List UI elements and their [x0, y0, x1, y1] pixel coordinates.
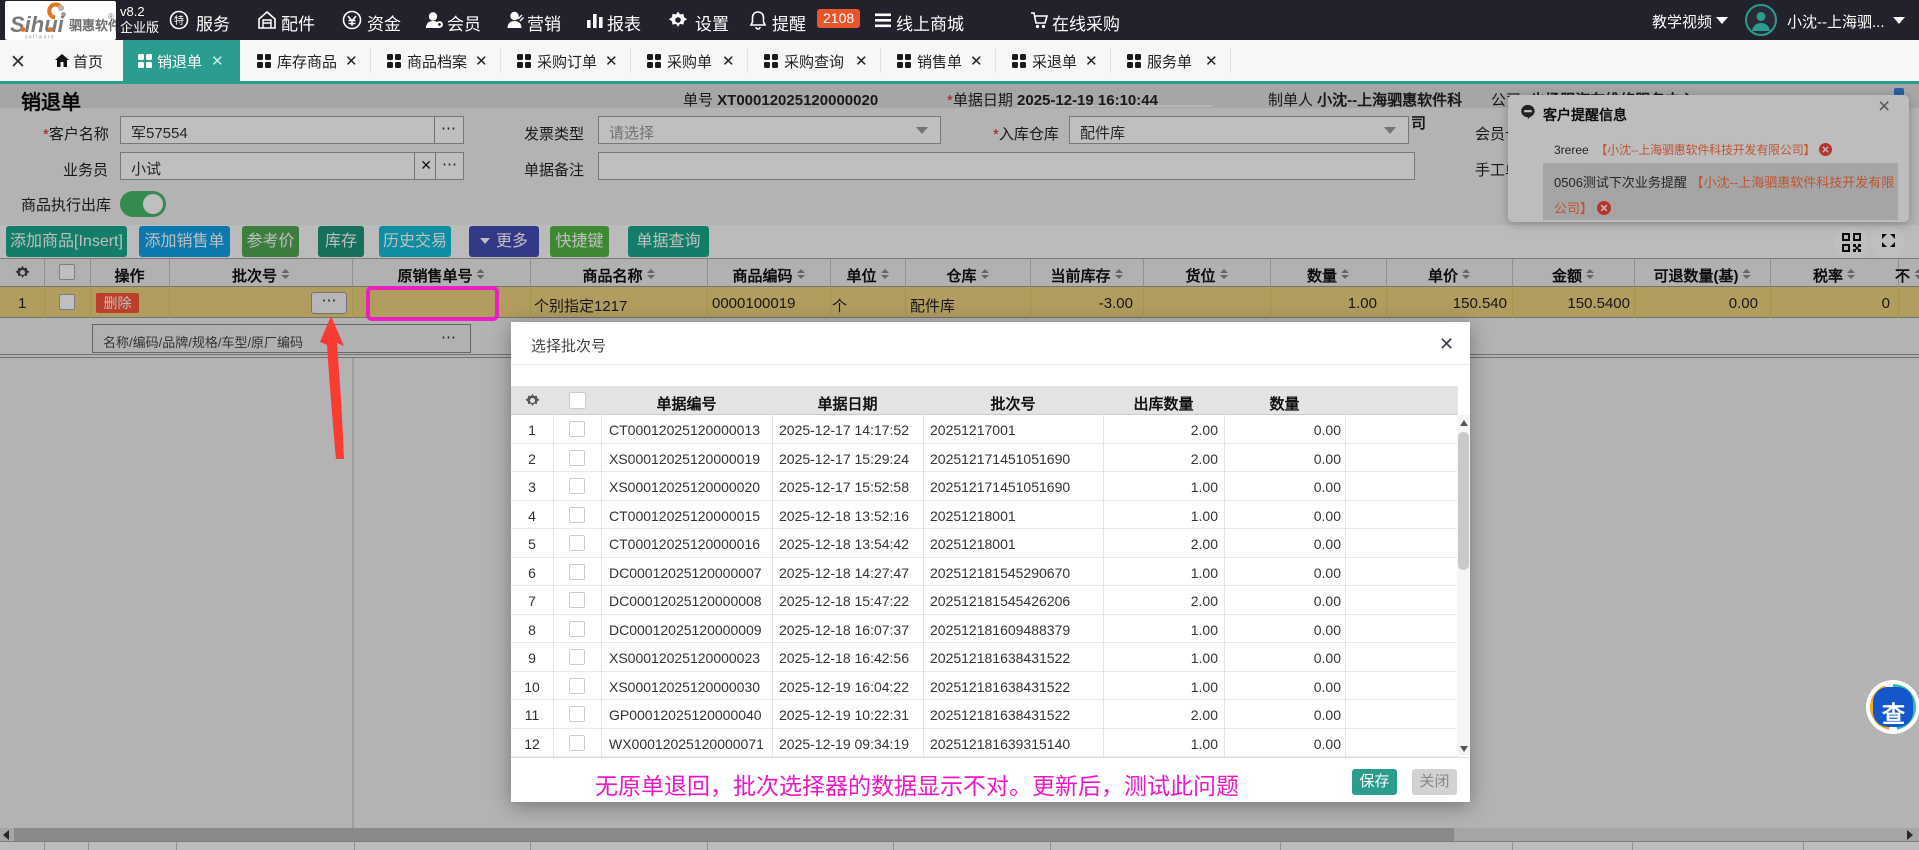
- svg-text:特: 特: [174, 15, 184, 27]
- svg-text:®: ®: [108, 12, 114, 21]
- svg-text:Sihui: Sihui: [10, 12, 65, 37]
